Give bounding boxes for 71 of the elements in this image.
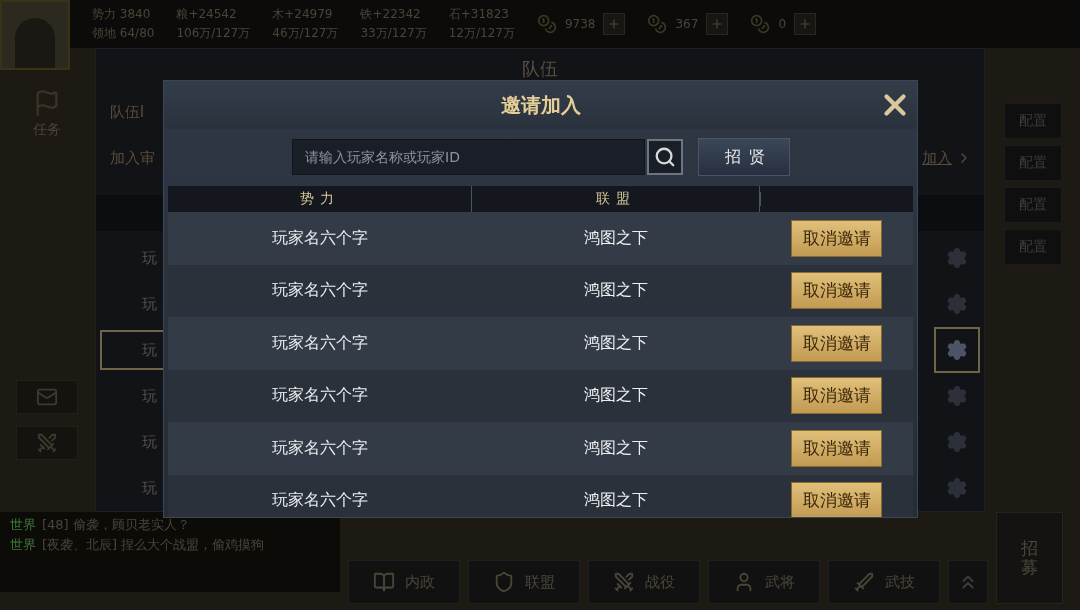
resource-stock: 33万/127万 xyxy=(360,25,427,42)
nav-icon xyxy=(493,571,515,593)
chat-channel: 世界 xyxy=(10,536,36,554)
cancel-invite-button[interactable]: 取消邀请 xyxy=(791,377,882,415)
currency-amount: 367 xyxy=(675,17,699,31)
gear-icon xyxy=(946,431,969,453)
table-cell-text: 玩家名六个字 xyxy=(271,490,369,512)
crossed-swords-icon xyxy=(36,432,59,454)
table-cell-text: 鸿图之下 xyxy=(583,490,649,512)
cancel-invite-button[interactable]: 取消邀请 xyxy=(791,429,882,467)
table-cell-text: 玩家名六个字 xyxy=(271,385,369,407)
resource-gain: 粮+24542 xyxy=(176,6,238,23)
table-cell-text: 鸿图之下 xyxy=(583,227,649,249)
cancel-invite-button[interactable]: 取消邀请 xyxy=(791,272,882,310)
table-cell-text: 鸿图之下 xyxy=(583,280,649,302)
table-cell-text: 鸿图之下 xyxy=(583,332,649,354)
gear-icon xyxy=(946,339,969,361)
dialog-title: 邀请加入 xyxy=(500,91,581,119)
nav-icon xyxy=(373,571,395,593)
table-cell-text: 玩家名六个字 xyxy=(271,227,369,249)
chat-message: [48] 偷袭，顾贝老实人？ xyxy=(42,516,190,534)
resource-gain: 铁+22342 xyxy=(360,6,422,23)
coin-icon xyxy=(536,14,557,34)
plus-icon xyxy=(798,17,812,31)
plus-icon xyxy=(710,17,725,31)
mail-button[interactable] xyxy=(16,380,79,414)
search-field[interactable]: 请输入玩家名称或玩家ID xyxy=(292,139,645,175)
panel-title: 队伍 xyxy=(521,57,559,81)
player-stat: 势力 3840 xyxy=(92,6,152,23)
resource-stock: 46万/127万 xyxy=(272,25,339,42)
coin-icon xyxy=(750,14,771,34)
search-icon xyxy=(654,146,676,168)
table-cell-text: 玩家名六个字 xyxy=(271,332,369,354)
table-cell-text: 玩家名六个字 xyxy=(271,280,369,302)
player-stat: 领地 64/80 xyxy=(92,25,155,42)
recruit-talent-button[interactable]: 招贤 xyxy=(698,138,790,176)
search-button[interactable] xyxy=(647,139,683,175)
resource-stock: 106万/127万 xyxy=(176,25,251,42)
gear-icon xyxy=(946,293,969,315)
currency-amount: 9738 xyxy=(564,17,596,31)
nav-button[interactable]: 联盟 xyxy=(468,560,580,604)
expand-up-button[interactable] xyxy=(948,560,988,604)
nav-icon xyxy=(613,571,635,593)
resource-gain: 木+24979 xyxy=(272,6,334,23)
settings-button[interactable] xyxy=(934,327,981,373)
add-button[interactable] xyxy=(706,13,729,35)
join-link[interactable]: 加入 xyxy=(922,148,973,168)
gear-icon xyxy=(946,477,969,499)
gear-icon xyxy=(946,385,969,407)
currency-amount: 0 xyxy=(778,17,786,31)
resource-stock: 12万/127万 xyxy=(448,25,515,42)
nav-icon xyxy=(853,571,875,593)
table-cell-text: 鸿图之下 xyxy=(583,437,649,459)
gear-icon xyxy=(946,247,969,269)
cancel-invite-button[interactable]: 取消邀请 xyxy=(791,219,882,257)
mail-icon xyxy=(36,386,59,408)
cancel-invite-button[interactable]: 取消邀请 xyxy=(791,482,882,517)
sword-button[interactable] xyxy=(16,426,79,460)
avatar-placeholder[interactable] xyxy=(0,0,70,70)
table-cell-text: 鸿图之下 xyxy=(583,385,649,407)
table-cell-text: 玩家名六个字 xyxy=(271,437,369,459)
resource-gain: 石+31823 xyxy=(448,6,510,23)
plus-icon xyxy=(607,17,622,31)
nav-button[interactable]: 战役 xyxy=(588,560,700,604)
cancel-invite-button[interactable]: 取消邀请 xyxy=(791,324,882,362)
coin-icon xyxy=(647,14,668,34)
add-button[interactable] xyxy=(794,13,816,35)
join-review-label: 加入审 xyxy=(109,148,155,168)
add-button[interactable] xyxy=(603,13,626,35)
nav-button[interactable]: 内政 xyxy=(348,560,460,604)
chat-channel: 世界 xyxy=(10,516,36,534)
